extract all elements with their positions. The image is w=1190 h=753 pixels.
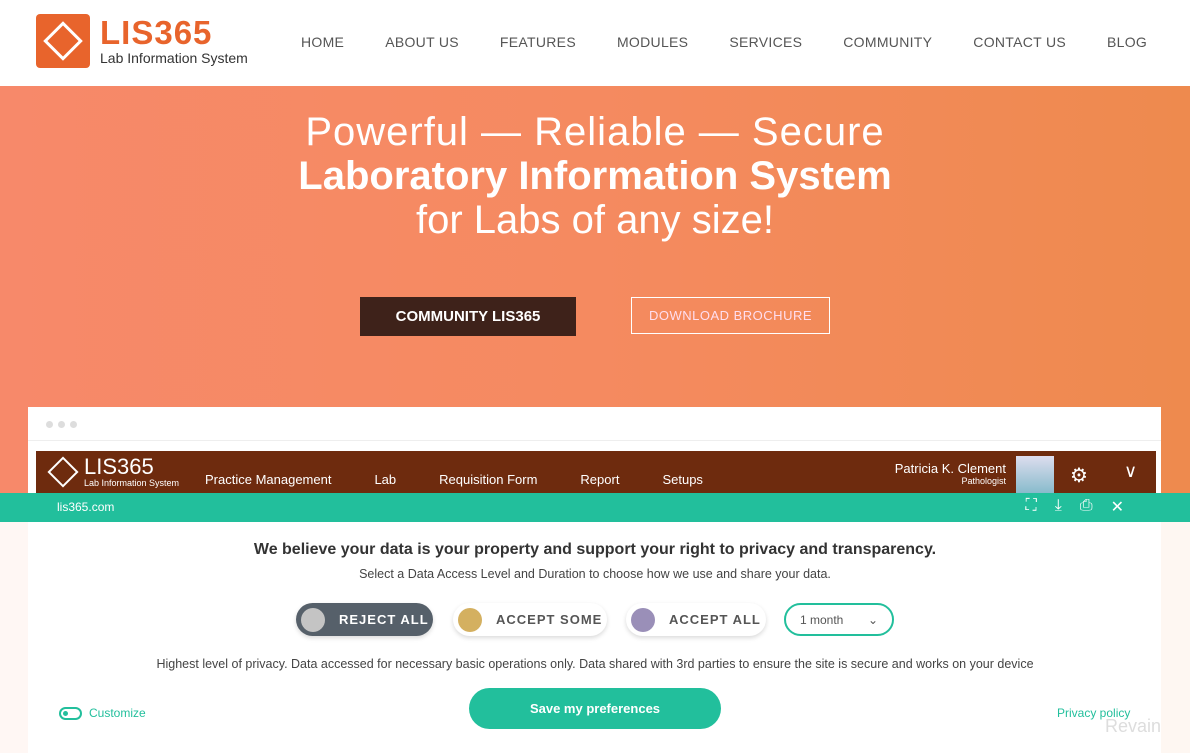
- site-header: LIS365 Lab Information System HOME ABOUT…: [0, 0, 1190, 86]
- nav-home[interactable]: HOME: [301, 34, 344, 50]
- accept-some-label: ACCEPT SOME: [496, 612, 603, 627]
- duration-value: 1 month: [800, 612, 844, 627]
- accept-all-button[interactable]: ACCEPT ALL: [626, 603, 766, 636]
- reject-all-label: REJECT ALL: [339, 612, 429, 627]
- app-logo-icon: [47, 456, 79, 488]
- watermark: Revain: [1105, 716, 1162, 736]
- user-name: Patricia K. Clement: [894, 461, 1006, 476]
- level-dot-icon: [631, 607, 655, 632]
- app-nav-setups[interactable]: Setups: [662, 472, 702, 487]
- app-nav-practice[interactable]: Practice Management: [205, 472, 331, 487]
- logo-title: LIS365: [100, 14, 213, 51]
- download-icon[interactable]: ⤓: [1055, 497, 1062, 517]
- toggle-icon: [59, 706, 82, 720]
- user-role: Pathologist: [961, 476, 1006, 486]
- gear-icon[interactable]: ⚙: [1070, 463, 1088, 488]
- app-navbar: LIS365 Lab Information System Practice M…: [36, 451, 1156, 493]
- flask-logo-icon: [36, 14, 90, 68]
- chevron-down-icon: ⌄: [867, 612, 878, 627]
- level-description: Highest level of privacy. Data accessed …: [156, 657, 1034, 671]
- nav-about[interactable]: ABOUT US: [385, 34, 459, 50]
- level-dot-icon: [301, 607, 325, 632]
- avatar: [1016, 456, 1054, 493]
- nav-contact[interactable]: CONTACT US: [973, 34, 1066, 50]
- consent-title: We believe your data is your property an…: [253, 541, 937, 558]
- nav-features[interactable]: FEATURES: [500, 34, 576, 50]
- window-dots-icon: [46, 421, 77, 428]
- save-preferences-button[interactable]: Save my preferences: [469, 688, 721, 729]
- app-logo-title: LIS365: [84, 454, 154, 479]
- customize-toggle[interactable]: Customize: [59, 706, 146, 720]
- logo[interactable]: LIS365 Lab Information System: [36, 14, 248, 68]
- nav-community[interactable]: COMMUNITY: [843, 34, 932, 50]
- app-nav-report[interactable]: Report: [580, 472, 619, 487]
- duration-select[interactable]: 1 month ⌄: [784, 603, 894, 636]
- app-logo-subtitle: Lab Information System: [84, 478, 180, 488]
- app-nav-lab[interactable]: Lab: [374, 472, 396, 487]
- reject-all-button[interactable]: REJECT ALL: [296, 603, 433, 636]
- download-brochure-button[interactable]: DOWNLOAD BROCHURE: [631, 297, 830, 334]
- nav-blog[interactable]: BLOG: [1107, 34, 1147, 50]
- nav-services[interactable]: SERVICES: [729, 34, 802, 50]
- consent-subtitle: Select a Data Access Level and Duration …: [359, 567, 831, 581]
- hero-title: Laboratory Information System: [298, 154, 892, 198]
- app-nav-requisition[interactable]: Requisition Form: [439, 472, 537, 487]
- site-domain: lis365.com: [57, 500, 115, 514]
- nav-modules[interactable]: MODULES: [617, 34, 688, 50]
- hero-line-3: for Labs of any size!: [416, 198, 774, 242]
- community-button[interactable]: COMMUNITY LIS365: [360, 297, 576, 336]
- fullscreen-icon[interactable]: ⛶: [1026, 497, 1037, 517]
- close-icon[interactable]: ✕: [1111, 497, 1124, 517]
- main-nav: HOME ABOUT US FEATURES MODULES SERVICES …: [301, 34, 1188, 50]
- customize-label: Customize: [89, 706, 146, 720]
- print-icon[interactable]: ⎙: [1080, 497, 1093, 517]
- accept-some-button[interactable]: ACCEPT SOME: [453, 603, 607, 636]
- consent-topbar: lis365.com ⛶ ⤓ ⎙ ✕: [0, 493, 1190, 522]
- level-dot-icon: [458, 607, 482, 632]
- logo-subtitle: Lab Information System: [100, 50, 248, 66]
- chevron-down-icon[interactable]: ∨: [1124, 461, 1137, 482]
- hero-line-1: Powerful — Reliable — Secure: [305, 110, 885, 154]
- accept-all-label: ACCEPT ALL: [669, 612, 761, 627]
